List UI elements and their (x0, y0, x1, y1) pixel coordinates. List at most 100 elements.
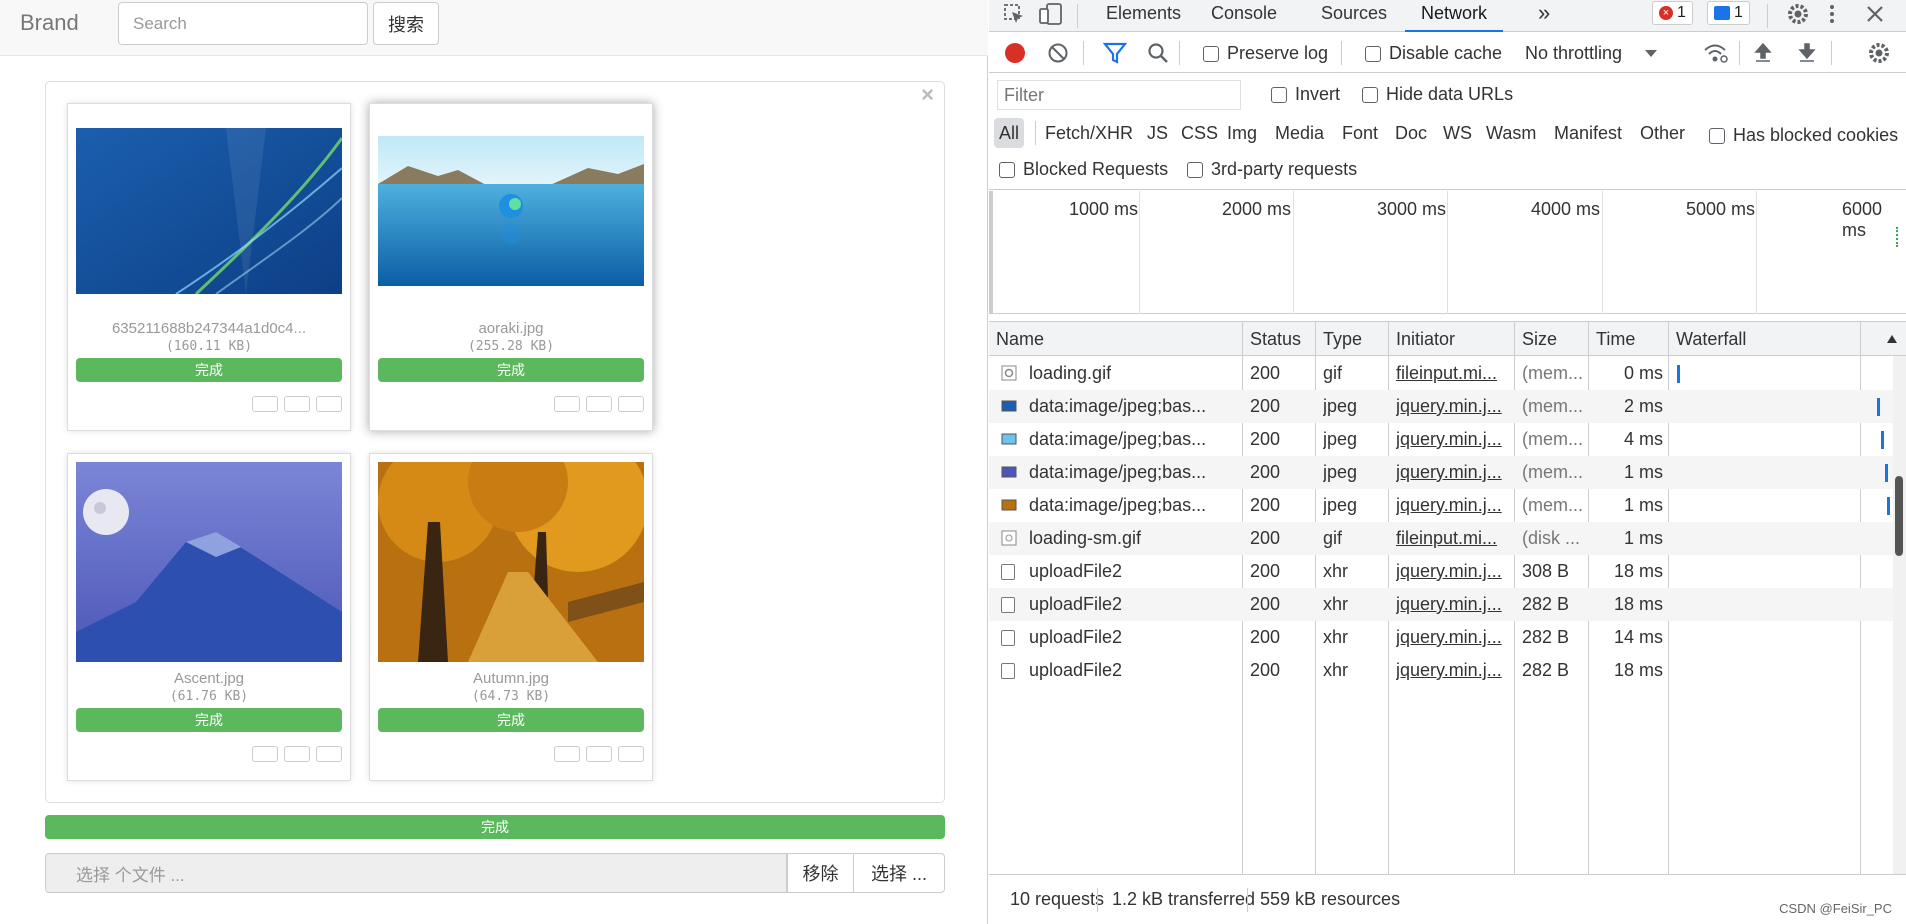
table-row[interactable]: data:image/jpeg;bas... 200 jpeg jquery.m… (989, 390, 1906, 423)
type-filter-manifest[interactable]: Manifest (1554, 118, 1622, 148)
view-details-button[interactable] (252, 396, 278, 412)
request-initiator-link[interactable]: jquery.min.j... (1396, 588, 1508, 621)
view-details-button[interactable] (554, 396, 580, 412)
type-filter-fetch-xhr[interactable]: Fetch/XHR (1045, 118, 1133, 148)
thumb-size: (64.73 KB) (471, 689, 551, 704)
network-conditions-icon[interactable] (1703, 42, 1729, 64)
clear-icon[interactable] (1047, 42, 1069, 64)
request-initiator-link[interactable]: jquery.min.j... (1396, 456, 1508, 489)
import-har-icon[interactable] (1753, 42, 1773, 64)
record-icon[interactable] (1003, 41, 1027, 65)
remove-button[interactable] (618, 396, 644, 412)
request-initiator-link[interactable]: jquery.min.j... (1396, 489, 1508, 522)
blocked-requests-checkbox[interactable]: Blocked Requests (999, 159, 1168, 180)
image-file-icon (1001, 466, 1017, 478)
search-icon[interactable] (1147, 42, 1169, 64)
tab-elements[interactable]: Elements (1106, 0, 1181, 32)
network-settings-icon[interactable] (1867, 41, 1891, 65)
upload-button[interactable] (284, 396, 310, 412)
request-initiator-link[interactable]: jquery.min.j... (1396, 654, 1508, 687)
type-filter-ws[interactable]: WS (1443, 118, 1472, 148)
file-thumb[interactable]: Ascent.jpg (61.76 KB) 完成 (67, 453, 351, 781)
type-filter-img[interactable]: Img (1227, 118, 1257, 148)
more-tabs-icon[interactable]: » (1538, 0, 1550, 32)
table-row[interactable]: data:image/jpeg;bas... 200 jpeg jquery.m… (989, 423, 1906, 456)
tab-network[interactable]: Network (1405, 0, 1504, 32)
file-thumb[interactable]: 635211688b247344a1d0c4... (160.11 KB) 完成 (67, 103, 351, 431)
type-filter-font[interactable]: Font (1342, 118, 1378, 148)
sort-ascending-icon[interactable] (1886, 334, 1898, 344)
more-options-icon[interactable] (1827, 2, 1837, 26)
message-badge[interactable]: 1 (1707, 1, 1750, 25)
choose-files-button[interactable]: 选择 ... (853, 853, 945, 893)
thumb-size: (61.76 KB) (169, 689, 249, 704)
file-thumb[interactable]: Autumn.jpg (64.73 KB) 完成 (369, 453, 653, 781)
upload-button[interactable] (586, 746, 612, 762)
disable-cache-checkbox[interactable]: Disable cache (1365, 43, 1502, 64)
error-badge[interactable]: × 1 (1652, 1, 1693, 25)
type-filter-all[interactable]: All (994, 118, 1025, 148)
search-button[interactable]: 搜索 (373, 2, 439, 45)
view-details-button[interactable] (252, 746, 278, 762)
table-row[interactable]: uploadFile2 200 xhr jquery.min.j... 308 … (989, 555, 1906, 588)
column-initiator[interactable]: Initiator (1389, 322, 1455, 357)
tab-sources[interactable]: Sources (1321, 0, 1387, 32)
column-name[interactable]: Name (989, 322, 1044, 357)
table-row[interactable]: uploadFile2 200 xhr jquery.min.j... 282 … (989, 621, 1906, 654)
invert-checkbox[interactable]: Invert (1271, 84, 1340, 105)
tab-console[interactable]: Console (1211, 0, 1277, 32)
upload-button[interactable] (284, 746, 310, 762)
table-scrollbar-thumb[interactable] (1895, 476, 1903, 556)
inspect-element-icon[interactable] (1003, 3, 1025, 25)
brand-logo[interactable]: Brand (20, 10, 79, 36)
type-filter-js[interactable]: JS (1147, 118, 1168, 148)
type-filter-doc[interactable]: Doc (1395, 118, 1427, 148)
table-row[interactable]: loading.gif 200 gif fileinput.mi... (mem… (989, 357, 1906, 390)
remove-button[interactable] (316, 396, 342, 412)
third-party-checkbox[interactable]: 3rd-party requests (1187, 159, 1357, 180)
column-status[interactable]: Status (1243, 322, 1301, 357)
request-initiator-link[interactable]: jquery.min.j... (1396, 621, 1508, 654)
throttling-select[interactable]: No throttling (1525, 43, 1658, 64)
has-blocked-cookies-checkbox[interactable]: Has blocked cookies (1709, 125, 1898, 146)
filter-icon[interactable] (1103, 42, 1127, 64)
overview-activity-mark (1896, 227, 1898, 247)
export-har-icon[interactable] (1797, 42, 1817, 64)
table-row[interactable]: data:image/jpeg;bas... 200 jpeg jquery.m… (989, 456, 1906, 489)
type-filter-media[interactable]: Media (1275, 118, 1324, 148)
upload-button[interactable] (586, 396, 612, 412)
table-row[interactable]: data:image/jpeg;bas... 200 jpeg jquery.m… (989, 489, 1906, 522)
request-initiator-link[interactable]: fileinput.mi... (1396, 522, 1508, 555)
search-input[interactable]: Search (118, 2, 368, 45)
column-size[interactable]: Size (1515, 322, 1557, 357)
filter-bar: Filter Invert Hide data URLs All Fetch/X… (989, 74, 1906, 190)
table-row[interactable]: uploadFile2 200 xhr jquery.min.j... 282 … (989, 588, 1906, 621)
file-thumb[interactable]: aoraki.jpg (255.28 KB) 完成 (369, 103, 653, 431)
remove-button[interactable] (618, 746, 644, 762)
type-filter-other[interactable]: Other (1640, 118, 1685, 148)
type-filter-css[interactable]: CSS (1181, 118, 1218, 148)
request-initiator-link[interactable]: jquery.min.j... (1396, 555, 1508, 588)
timeline-overview[interactable]: 1000 ms 2000 ms 3000 ms 4000 ms 5000 ms … (989, 191, 1906, 314)
request-initiator-link[interactable]: jquery.min.j... (1396, 423, 1508, 456)
settings-gear-icon[interactable] (1786, 2, 1810, 26)
close-preview-icon[interactable]: × (921, 82, 934, 108)
request-initiator-link[interactable]: fileinput.mi... (1396, 357, 1508, 390)
remove-button[interactable] (316, 746, 342, 762)
filter-input[interactable]: Filter (997, 80, 1241, 110)
remove-files-button[interactable]: 移除 (787, 853, 854, 893)
request-initiator-link[interactable]: jquery.min.j... (1396, 390, 1508, 423)
view-details-button[interactable] (554, 746, 580, 762)
table-row[interactable]: loading-sm.gif 200 gif fileinput.mi... (… (989, 522, 1906, 555)
column-type[interactable]: Type (1316, 322, 1362, 357)
table-row[interactable]: uploadFile2 200 xhr jquery.min.j... 282 … (989, 654, 1906, 687)
device-toolbar-icon[interactable] (1039, 3, 1063, 25)
column-waterfall[interactable]: Waterfall (1669, 322, 1746, 357)
table-scrollbar[interactable] (1893, 356, 1906, 874)
column-time[interactable]: Time (1589, 322, 1635, 357)
preserve-log-checkbox[interactable]: Preserve log (1203, 43, 1328, 64)
type-filter-wasm[interactable]: Wasm (1486, 118, 1536, 148)
hide-data-urls-checkbox[interactable]: Hide data URLs (1362, 84, 1513, 105)
close-devtools-icon[interactable] (1865, 4, 1885, 24)
file-caption-input[interactable]: 选择 个文件 ... (45, 853, 787, 893)
